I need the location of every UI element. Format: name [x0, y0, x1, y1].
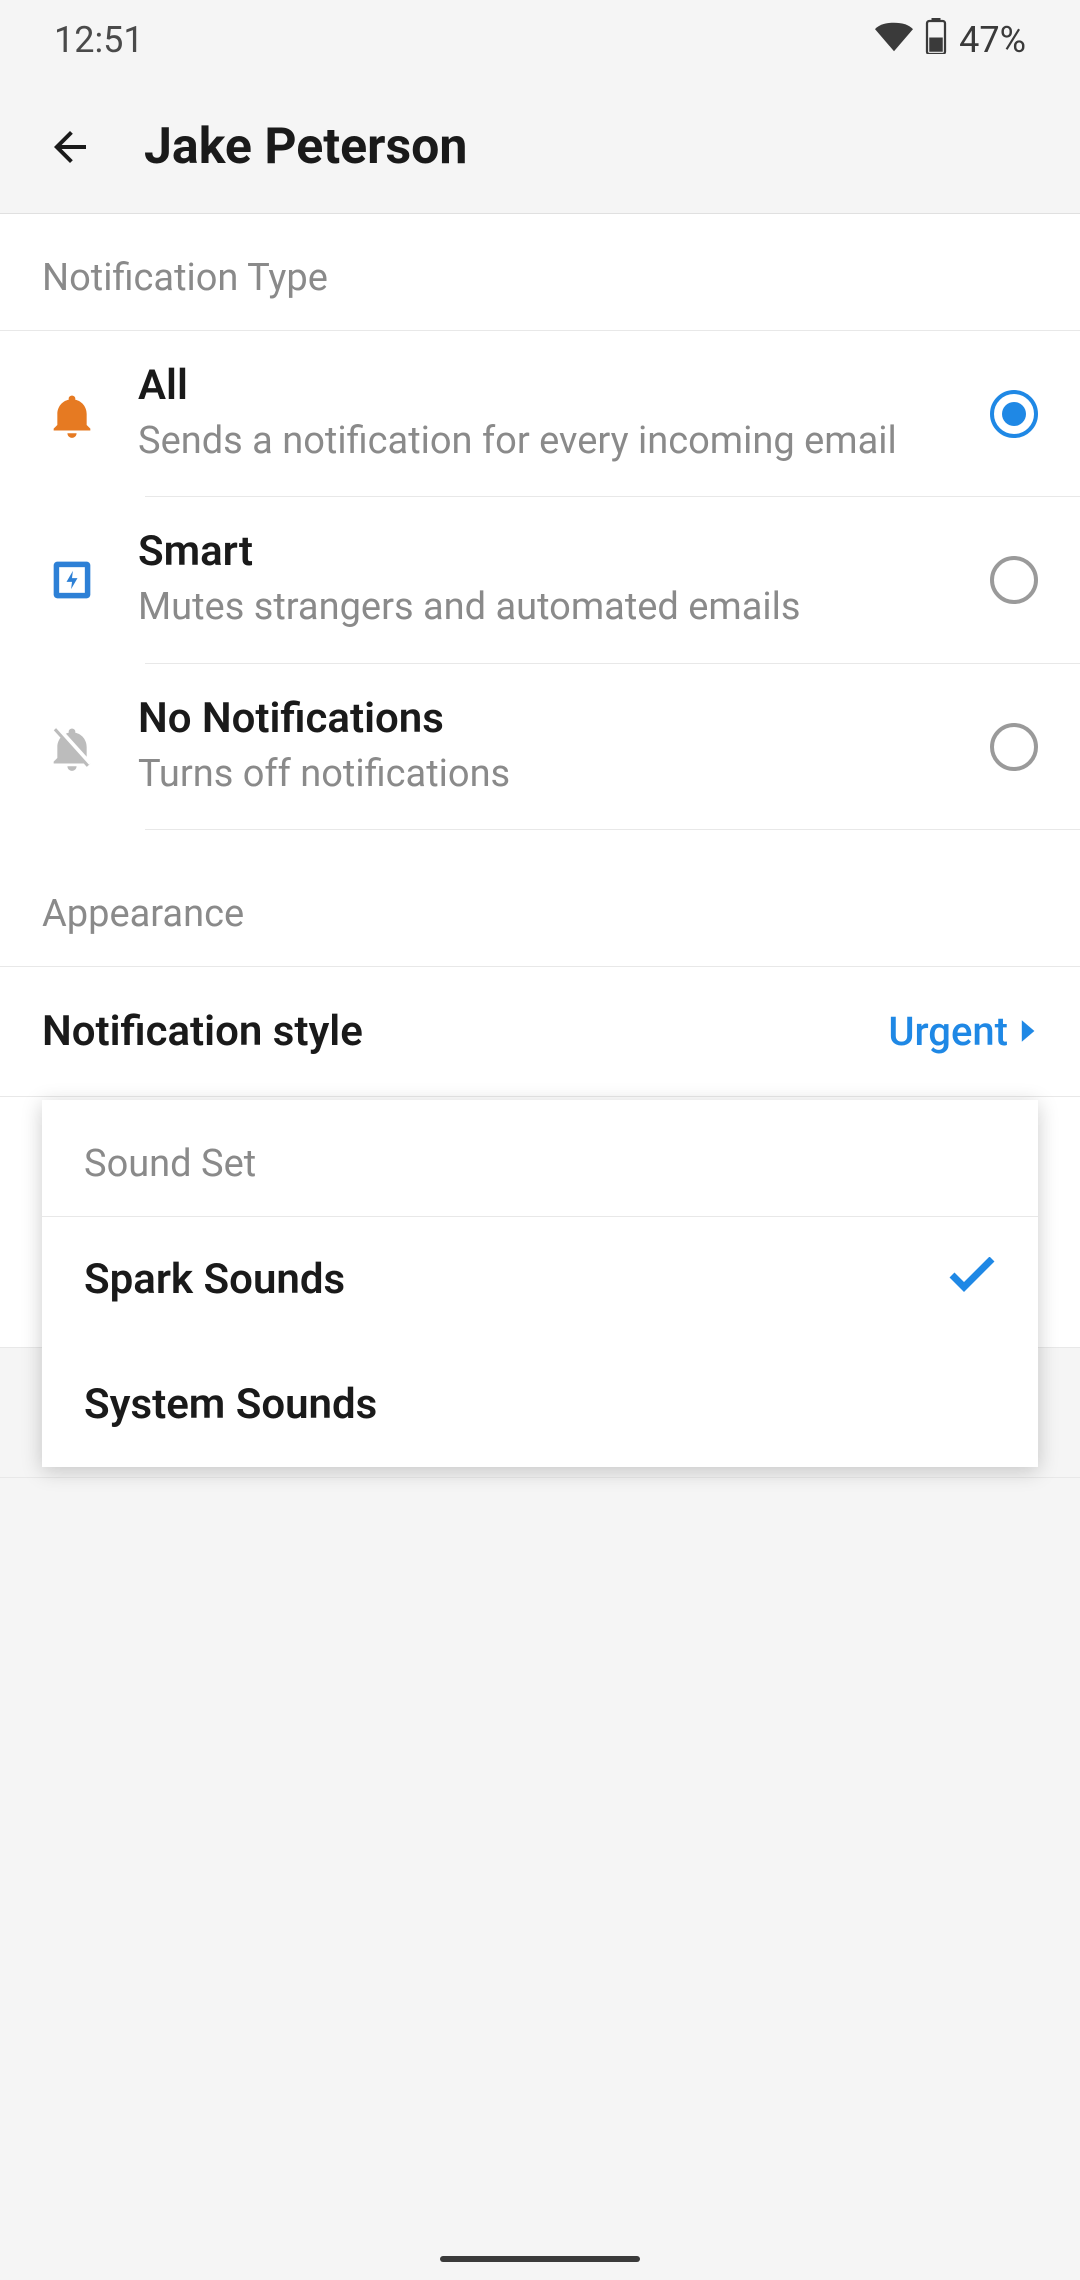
smart-icon [42, 550, 102, 610]
option-none-title: No Notifications [138, 694, 954, 743]
option-all-subtitle: Sends a notification for every incoming … [138, 416, 954, 467]
wifi-icon [875, 19, 913, 61]
option-smart[interactable]: Smart Mutes strangers and automated emai… [0, 497, 1080, 663]
notification-style-label: Notification style [42, 1007, 363, 1056]
page-title: Jake Peterson [144, 118, 467, 176]
app-bar: Jake Peterson [0, 80, 1080, 214]
notification-style-value: Urgent [888, 1008, 1038, 1055]
battery-percent: 47% [959, 19, 1026, 61]
option-all[interactable]: All Sends a notification for every incom… [0, 331, 1080, 497]
status-bar: 12:51 47% [0, 0, 1080, 80]
bell-icon [42, 384, 102, 444]
section-header-notification-type: Notification Type [0, 214, 1080, 330]
radio-smart[interactable] [990, 556, 1038, 604]
popup-header-sound-set: Sound Set [42, 1100, 1038, 1217]
section-header-appearance: Appearance [0, 830, 1080, 966]
row-notification-style[interactable]: Notification style Urgent [0, 967, 1080, 1097]
arrow-left-icon [46, 123, 94, 171]
option-all-title: All [138, 361, 954, 410]
home-indicator[interactable] [440, 2256, 640, 2262]
radio-all[interactable] [990, 390, 1038, 438]
option-smart-subtitle: Mutes strangers and automated emails [138, 582, 954, 633]
radio-none[interactable] [990, 723, 1038, 771]
status-indicators: 47% [875, 18, 1026, 63]
caret-right-icon [1020, 1018, 1038, 1044]
check-icon [948, 1255, 996, 1304]
option-none[interactable]: No Notifications Turns off notifications [0, 664, 1080, 830]
status-time: 12:51 [54, 19, 144, 61]
popup-item-spark-sounds[interactable]: Spark Sounds [42, 1217, 1038, 1342]
popup-item-system-sounds[interactable]: System Sounds [42, 1342, 1038, 1467]
battery-icon [925, 18, 947, 63]
sound-set-popup: Sound Set Spark Sounds System Sounds [42, 1100, 1038, 1467]
bell-off-icon [42, 717, 102, 777]
option-smart-title: Smart [138, 527, 954, 576]
option-none-subtitle: Turns off notifications [138, 749, 954, 800]
back-button[interactable] [44, 121, 96, 173]
